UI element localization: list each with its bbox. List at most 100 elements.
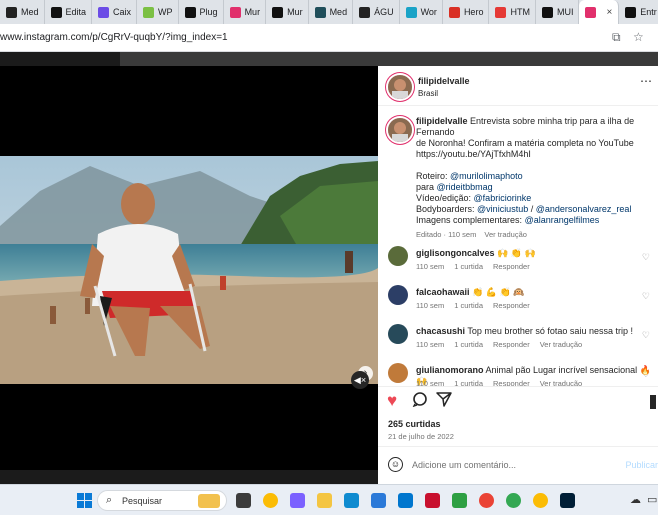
- close-tab-icon[interactable]: ×: [606, 7, 612, 18]
- emoji-picker-icon[interactable]: ☺: [388, 457, 403, 472]
- credit-mention-link[interactable]: @alanrangelfilmes: [525, 215, 600, 225]
- credit-role: para: [416, 182, 437, 192]
- mcafee-icon[interactable]: [425, 493, 440, 508]
- browser-tab[interactable]: ÁGU: [353, 0, 400, 24]
- browser-tab[interactable]: MUI: [536, 0, 580, 24]
- commenter-avatar[interactable]: [388, 363, 408, 383]
- author-username[interactable]: filipidelvalle: [418, 76, 470, 86]
- browser-tab[interactable]: Caix: [92, 0, 138, 24]
- browser-tab[interactable]: WP: [137, 0, 179, 24]
- tab-label: ÁGU: [374, 7, 394, 17]
- comment-likes[interactable]: 1 curtida: [454, 301, 483, 310]
- copilot-icon[interactable]: [290, 493, 305, 508]
- notes-icon[interactable]: [452, 493, 467, 508]
- credit-mention-link[interactable]: @rideitbbmag: [437, 182, 493, 192]
- store-icon[interactable]: [371, 493, 386, 508]
- comment-likes[interactable]: 1 curtida: [454, 262, 483, 271]
- network-icon[interactable]: ▭: [647, 493, 657, 506]
- start-windows-icon[interactable]: [77, 493, 92, 508]
- caption-translate-link[interactable]: Ver tradução: [484, 230, 527, 239]
- commenter-avatar[interactable]: [388, 285, 408, 305]
- reply-button[interactable]: Responder: [493, 340, 530, 349]
- file-explorer-icon[interactable]: [317, 493, 332, 508]
- share-send-icon[interactable]: [436, 391, 452, 412]
- credit-role: Roteiro:: [416, 171, 451, 181]
- caption-author-avatar[interactable]: [388, 118, 412, 142]
- tab-label: Plug: [199, 7, 218, 17]
- browser-tab-active[interactable]: ×: [579, 0, 620, 24]
- credit-line: Bodyboarders: @viniciustub / @andersonal…: [416, 204, 652, 215]
- comment-like-heart-icon[interactable]: ♡: [642, 291, 650, 302]
- tab-label: Entr: [640, 7, 657, 17]
- comment-time: 110 sem: [416, 262, 445, 271]
- caption-edited-time: Editado · 110 sem: [416, 230, 477, 239]
- post-location[interactable]: Brasil: [418, 89, 438, 98]
- save-bookmark-icon[interactable]: [650, 395, 656, 409]
- comment-bubble-icon[interactable]: [412, 391, 428, 412]
- caption-youtube-link[interactable]: https://youtu.be/YAjTfxhM4hI: [416, 149, 652, 160]
- tab-favicon-icon: [50, 6, 62, 18]
- translate-link[interactable]: Ver tradução: [540, 340, 583, 349]
- reply-button[interactable]: Responder: [493, 301, 530, 310]
- credit-role: Vídeo/edição:: [416, 193, 474, 203]
- browser-tab[interactable]: Hero: [443, 0, 490, 24]
- browser-tab[interactable]: Entr: [619, 0, 658, 24]
- publish-button[interactable]: Publicar: [625, 460, 658, 470]
- commenter-avatar[interactable]: [388, 246, 408, 266]
- credit-mention-link[interactable]: @viniciustub: [477, 204, 528, 214]
- credit-mention-link[interactable]: @fabriciorinke: [474, 193, 532, 203]
- tab-favicon-icon: [184, 6, 196, 18]
- comment-body: giglisongoncalves 🙌 👏 🙌: [416, 248, 536, 259]
- install-app-icon[interactable]: ⧉: [612, 30, 621, 45]
- caption-username[interactable]: filipidelvalle: [416, 116, 468, 126]
- task-view-icon[interactable]: [236, 493, 251, 508]
- browser-tab[interactable]: Plug: [179, 0, 224, 24]
- comment-likes[interactable]: 1 curtida: [454, 340, 483, 349]
- edge-icon[interactable]: [344, 493, 359, 508]
- tab-favicon-icon: [6, 6, 17, 18]
- more-options-icon[interactable]: ⋯: [640, 74, 652, 88]
- tab-favicon-icon: [625, 6, 637, 18]
- browser-tab[interactable]: HTM: [489, 0, 536, 24]
- comment-meta: 110 sem 1 curtida Responder: [416, 301, 540, 310]
- chrome-profile-4-icon[interactable]: [533, 493, 548, 508]
- post-photo: ›: [0, 156, 378, 384]
- comment-input[interactable]: Adicione um comentário...: [412, 460, 516, 470]
- search-highlight-icon: [198, 494, 220, 508]
- browser-tab[interactable]: Edita: [45, 0, 93, 24]
- browser-tab[interactable]: Mur: [224, 0, 267, 24]
- commenter-avatar[interactable]: [388, 324, 408, 344]
- audio-muted-icon[interactable]: ◀×: [351, 371, 369, 389]
- browser-tab[interactable]: Wor: [400, 0, 443, 24]
- commenter-username[interactable]: falcaohawaii: [416, 287, 470, 297]
- dell-icon[interactable]: [398, 493, 413, 508]
- commenter-username[interactable]: giulianomorano: [416, 365, 484, 375]
- photoshop-icon[interactable]: [560, 493, 575, 508]
- credit-mention-link[interactable]: @andersonalvarez_real: [536, 204, 632, 214]
- likes-count[interactable]: 265 curtidas: [388, 419, 441, 429]
- commenter-username[interactable]: chacasushi: [416, 326, 465, 336]
- credit-mention-link[interactable]: @murilolimaphoto: [450, 171, 523, 181]
- like-heart-icon[interactable]: ♥: [387, 391, 397, 411]
- tab-label: MUI: [556, 7, 574, 17]
- taskbar-search[interactable]: ⌕ Pesquisar: [97, 490, 227, 511]
- bookmark-star-icon[interactable]: ☆: [633, 30, 644, 44]
- chrome-icon[interactable]: [263, 493, 278, 508]
- comment-like-heart-icon[interactable]: ♡: [642, 330, 650, 341]
- browser-tab[interactable]: Med: [0, 0, 45, 24]
- reply-button[interactable]: Responder: [493, 262, 530, 271]
- browser-tab[interactable]: Med: [309, 0, 354, 24]
- tab-favicon-icon: [229, 6, 241, 18]
- cloud-icon[interactable]: ☁: [630, 493, 641, 506]
- address-url[interactable]: www.instagram.com/p/CgRrV-quqbY/?img_ind…: [0, 32, 228, 43]
- author-avatar[interactable]: [388, 75, 412, 99]
- tab-favicon-icon: [541, 6, 553, 18]
- comment-like-heart-icon[interactable]: ♡: [642, 252, 650, 263]
- chrome-profile-2-icon[interactable]: [479, 493, 494, 508]
- credit-line: Roteiro: @murilolimaphoto: [416, 171, 652, 182]
- comment-like-heart-icon[interactable]: ♡: [642, 369, 650, 380]
- browser-tab[interactable]: Mur: [266, 0, 309, 24]
- commenter-username[interactable]: giglisongoncalves: [416, 248, 495, 258]
- search-icon: ⌕: [106, 494, 113, 506]
- chrome-profile-3-icon[interactable]: [506, 493, 521, 508]
